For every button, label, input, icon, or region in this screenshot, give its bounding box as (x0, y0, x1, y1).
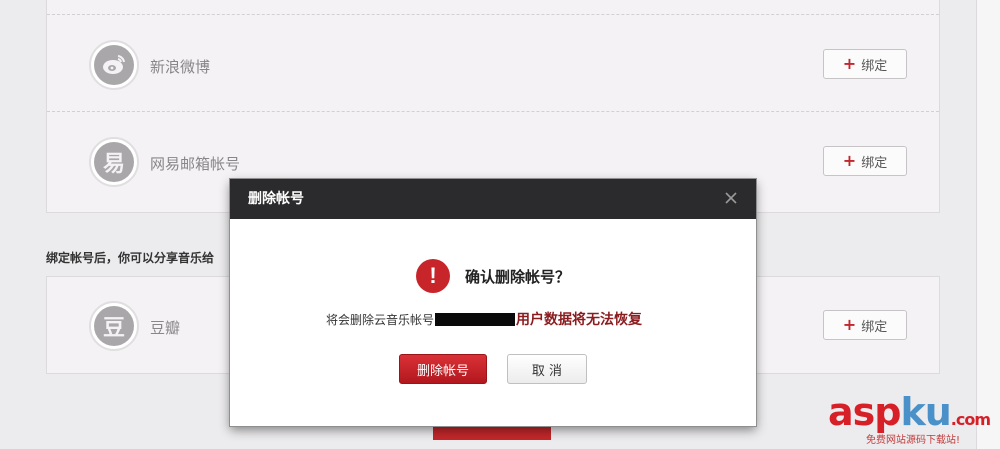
account-label: 豆瓣 (150, 319, 181, 337)
bind-netease-button[interactable]: + 绑定 (823, 146, 907, 176)
account-label: 网易邮箱帐号 (150, 155, 241, 173)
douban-icon: 豆 (89, 301, 139, 351)
message-prefix: 将会删除云音乐帐号 (325, 312, 434, 327)
delete-button-label: 删除帐号 (416, 363, 469, 379)
bind-button-label: 绑定 (861, 155, 888, 171)
account-row-weibo: 新浪微博 + 绑定 (47, 16, 939, 114)
bind-douban-button[interactable]: + 绑定 (823, 310, 907, 340)
netease-icon: 易 (89, 137, 139, 187)
plus-icon: + (842, 54, 857, 73)
weibo-icon (89, 40, 139, 90)
plus-icon: + (842, 315, 857, 334)
close-icon[interactable] (724, 191, 738, 205)
page-scroll-edge (976, 0, 1000, 449)
plus-icon: + (842, 151, 857, 170)
bind-button-label: 绑定 (861, 58, 888, 74)
account-label: 新浪微博 (150, 58, 211, 76)
divider (47, 14, 939, 15)
redacted-account-name (435, 312, 515, 326)
cancel-button-label: 取 消 (531, 363, 563, 379)
bind-button-label: 绑定 (861, 319, 888, 335)
cancel-button[interactable]: 取 消 (507, 354, 587, 384)
watermark-tagline: 免费网站源码下载站! (866, 435, 961, 446)
delete-account-button[interactable]: 删除帐号 (399, 354, 487, 384)
obscured-page-button[interactable] (433, 424, 551, 440)
dialog-title: 删除帐号 (248, 191, 304, 207)
message-warning: 用户数据将无法恢复 (516, 312, 642, 328)
divider (47, 111, 939, 112)
delete-account-dialog: 删除帐号 ! 确认删除帐号？ 将会删除云音乐帐号 用户数据将无法恢复 删除帐号 … (230, 179, 756, 426)
dialog-header: 删除帐号 (230, 179, 756, 219)
warning-icon: ! (416, 259, 450, 293)
confirm-title: 确认删除帐号？ (465, 268, 571, 286)
bind-weibo-button[interactable]: + 绑定 (823, 49, 907, 79)
bind-hint-text: 绑定帐号后，你可以分享音乐给 (46, 251, 215, 265)
dialog-message: 将会删除云音乐帐号 用户数据将无法恢复 (230, 309, 756, 329)
aspku-watermark: aspku.com 免费网站源码下载站! (828, 390, 996, 446)
